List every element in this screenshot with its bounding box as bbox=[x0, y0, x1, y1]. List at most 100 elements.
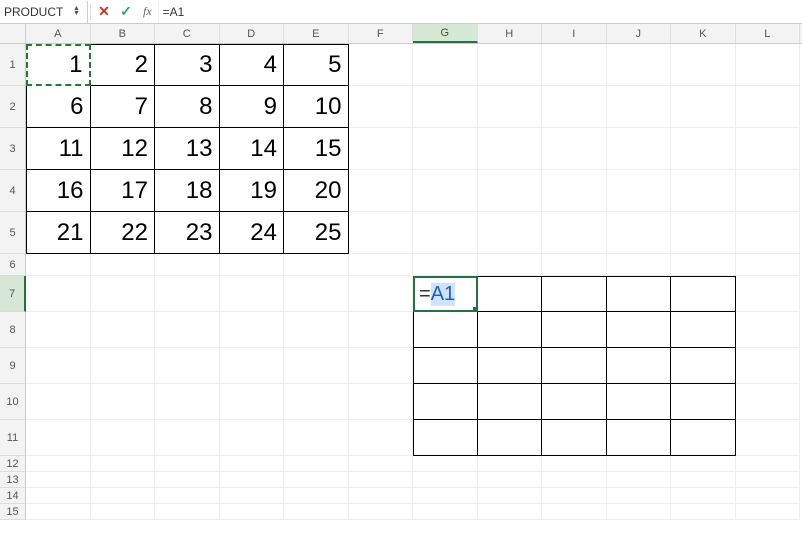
cell-G13[interactable] bbox=[413, 472, 478, 488]
cell-G8[interactable] bbox=[413, 312, 478, 348]
cell-I10[interactable] bbox=[542, 384, 607, 420]
cell-H12[interactable] bbox=[478, 456, 543, 472]
cell-L11[interactable] bbox=[736, 420, 801, 456]
cell-E10[interactable] bbox=[284, 384, 349, 420]
cell-F5[interactable] bbox=[349, 212, 414, 254]
cell-I1[interactable] bbox=[542, 44, 607, 86]
cell-L4[interactable] bbox=[736, 170, 801, 212]
cell-K9[interactable] bbox=[671, 348, 736, 384]
cell-L15[interactable] bbox=[736, 504, 801, 520]
cell-D4[interactable]: 19 bbox=[220, 170, 285, 212]
row-header-10[interactable]: 10 bbox=[0, 384, 26, 420]
cell-D3[interactable]: 14 bbox=[220, 128, 285, 170]
cell-G15[interactable] bbox=[413, 504, 478, 520]
cell-K14[interactable] bbox=[671, 488, 736, 504]
cell-L10[interactable] bbox=[736, 384, 801, 420]
cell-J3[interactable] bbox=[607, 128, 672, 170]
cell-D13[interactable] bbox=[220, 472, 285, 488]
cell-F1[interactable] bbox=[349, 44, 414, 86]
cell-K11[interactable] bbox=[671, 420, 736, 456]
cell-J14[interactable] bbox=[607, 488, 672, 504]
cell-F9[interactable] bbox=[349, 348, 414, 384]
cell-J10[interactable] bbox=[607, 384, 672, 420]
cell-I4[interactable] bbox=[542, 170, 607, 212]
cell-I13[interactable] bbox=[542, 472, 607, 488]
row-header-6[interactable]: 6 bbox=[0, 254, 26, 276]
cell-J9[interactable] bbox=[607, 348, 672, 384]
cell-B5[interactable]: 22 bbox=[91, 212, 156, 254]
cell-G2[interactable] bbox=[413, 86, 478, 128]
cell-D15[interactable] bbox=[220, 504, 285, 520]
row-header-2[interactable]: 2 bbox=[0, 86, 26, 128]
cell-G6[interactable] bbox=[413, 254, 478, 276]
cell-F13[interactable] bbox=[349, 472, 414, 488]
column-header-B[interactable]: B bbox=[91, 24, 156, 43]
row-header-5[interactable]: 5 bbox=[0, 212, 26, 254]
cell-E8[interactable] bbox=[284, 312, 349, 348]
row-header-9[interactable]: 9 bbox=[0, 348, 26, 384]
cell-I6[interactable] bbox=[542, 254, 607, 276]
row-header-7[interactable]: 7 bbox=[0, 276, 26, 312]
cell-A9[interactable] bbox=[26, 348, 91, 384]
cell-A10[interactable] bbox=[26, 384, 91, 420]
cell-K1[interactable] bbox=[671, 44, 736, 86]
formula-input[interactable] bbox=[158, 1, 802, 23]
row-header-12[interactable]: 12 bbox=[0, 456, 26, 472]
cell-B4[interactable]: 17 bbox=[91, 170, 156, 212]
cell-J12[interactable] bbox=[607, 456, 672, 472]
column-header-L[interactable]: L bbox=[736, 24, 801, 43]
cell-C9[interactable] bbox=[155, 348, 220, 384]
cell-E12[interactable] bbox=[284, 456, 349, 472]
cell-C7[interactable] bbox=[155, 276, 220, 312]
cell-L12[interactable] bbox=[736, 456, 801, 472]
cell-B6[interactable] bbox=[91, 254, 156, 276]
cell-F12[interactable] bbox=[349, 456, 414, 472]
cell-G14[interactable] bbox=[413, 488, 478, 504]
cell-I9[interactable] bbox=[542, 348, 607, 384]
cell-B13[interactable] bbox=[91, 472, 156, 488]
column-header-F[interactable]: F bbox=[349, 24, 414, 43]
cell-K7[interactable] bbox=[671, 276, 736, 312]
cell-B8[interactable] bbox=[91, 312, 156, 348]
cell-D8[interactable] bbox=[220, 312, 285, 348]
cell-D2[interactable]: 9 bbox=[220, 86, 285, 128]
fx-icon[interactable]: fx bbox=[137, 4, 158, 19]
cell-E2[interactable]: 10 bbox=[284, 86, 349, 128]
cell-K2[interactable] bbox=[671, 86, 736, 128]
cell-J11[interactable] bbox=[607, 420, 672, 456]
cell-I2[interactable] bbox=[542, 86, 607, 128]
cell-C6[interactable] bbox=[155, 254, 220, 276]
cell-E4[interactable]: 20 bbox=[284, 170, 349, 212]
cell-D12[interactable] bbox=[220, 456, 285, 472]
column-header-K[interactable]: K bbox=[671, 24, 736, 43]
cell-C11[interactable] bbox=[155, 420, 220, 456]
cell-K4[interactable] bbox=[671, 170, 736, 212]
row-header-8[interactable]: 8 bbox=[0, 312, 26, 348]
cell-J5[interactable] bbox=[607, 212, 672, 254]
cell-I14[interactable] bbox=[542, 488, 607, 504]
cell-D14[interactable] bbox=[220, 488, 285, 504]
cell-F7[interactable] bbox=[349, 276, 414, 312]
cell-F2[interactable] bbox=[349, 86, 414, 128]
column-header-A[interactable]: A bbox=[26, 24, 91, 43]
row-header-14[interactable]: 14 bbox=[0, 488, 26, 504]
cell-C3[interactable]: 13 bbox=[155, 128, 220, 170]
cell-C15[interactable] bbox=[155, 504, 220, 520]
row-header-4[interactable]: 4 bbox=[0, 170, 26, 212]
cell-H2[interactable] bbox=[478, 86, 543, 128]
cell-I5[interactable] bbox=[542, 212, 607, 254]
cell-I11[interactable] bbox=[542, 420, 607, 456]
cell-C8[interactable] bbox=[155, 312, 220, 348]
cell-B7[interactable] bbox=[91, 276, 156, 312]
name-box[interactable]: PRODUCT ▲▼ bbox=[0, 1, 88, 23]
cell-F3[interactable] bbox=[349, 128, 414, 170]
cell-J8[interactable] bbox=[607, 312, 672, 348]
cell-B3[interactable]: 12 bbox=[91, 128, 156, 170]
cell-F15[interactable] bbox=[349, 504, 414, 520]
cell-H8[interactable] bbox=[478, 312, 543, 348]
cell-D7[interactable] bbox=[220, 276, 285, 312]
cell-H1[interactable] bbox=[478, 44, 543, 86]
cell-J6[interactable] bbox=[607, 254, 672, 276]
cell-F6[interactable] bbox=[349, 254, 414, 276]
cell-A5[interactable]: 21 bbox=[26, 212, 91, 254]
